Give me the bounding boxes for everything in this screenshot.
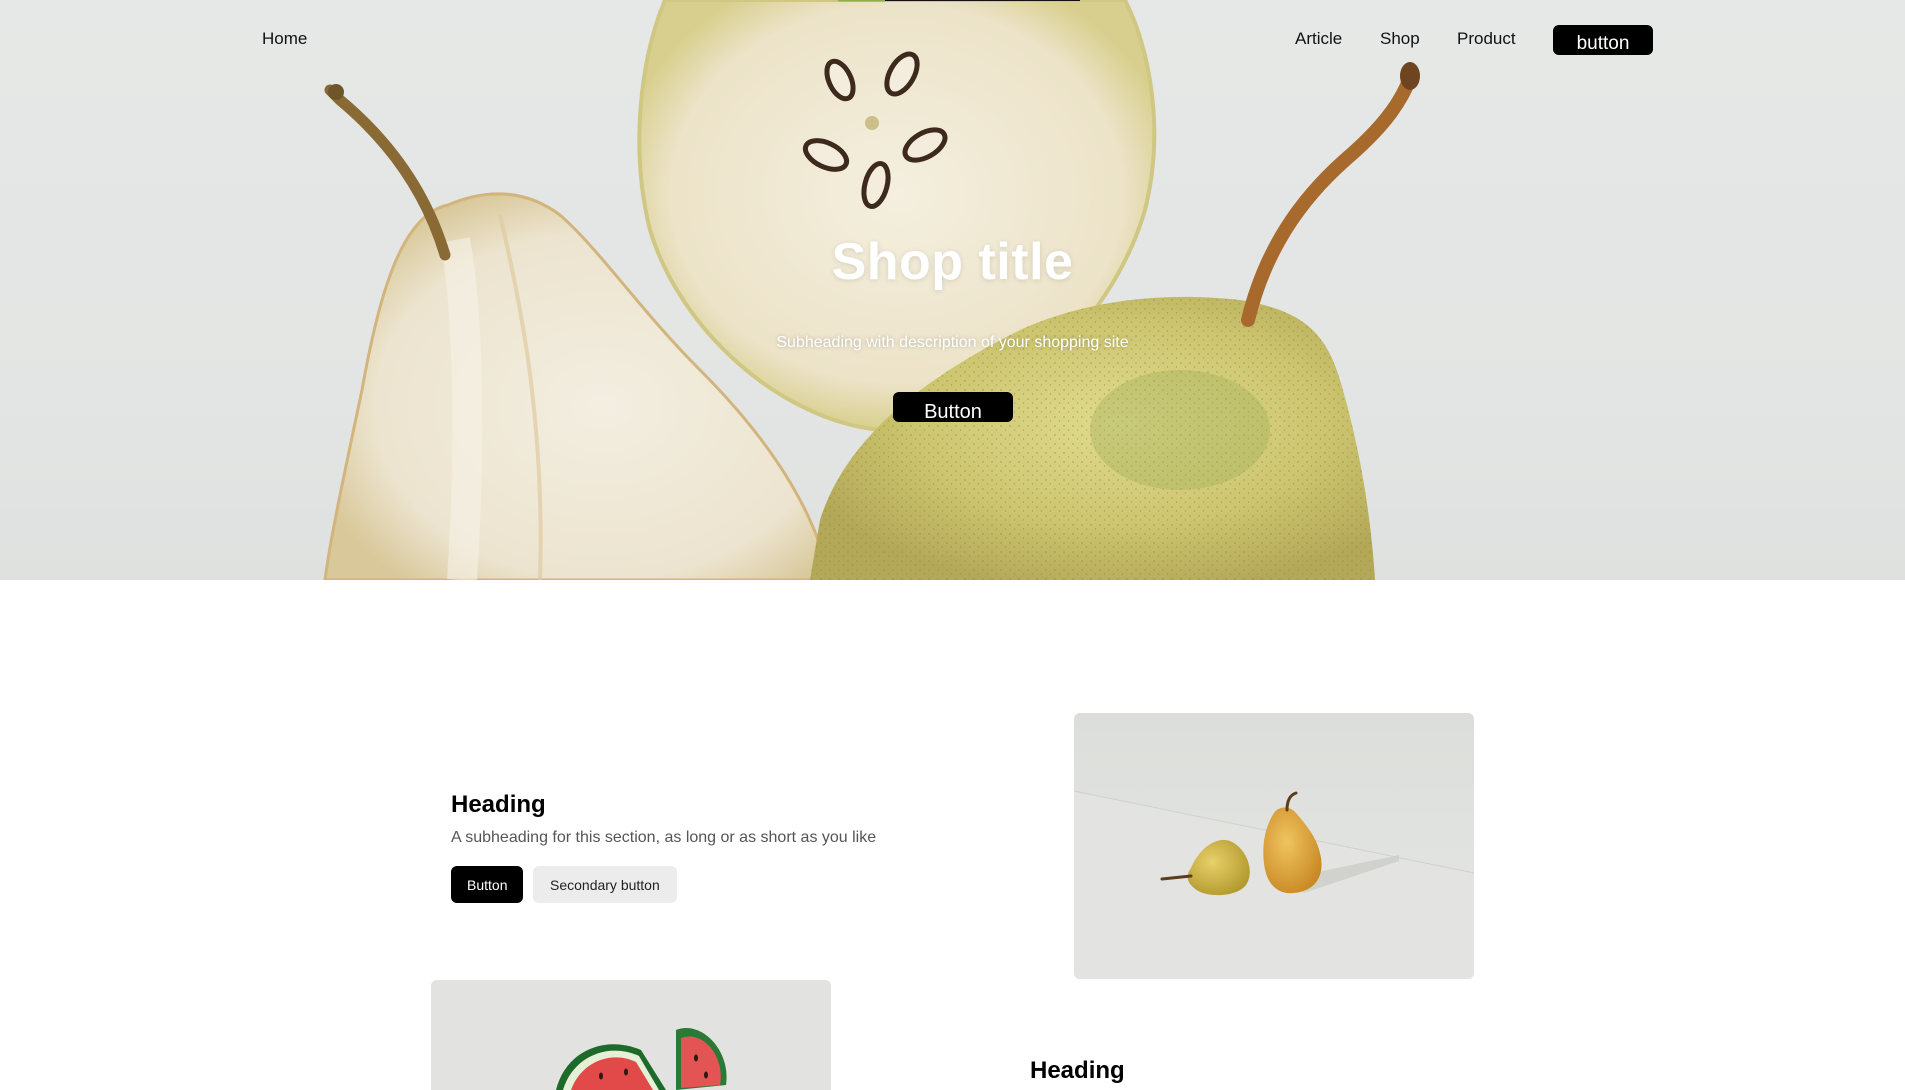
nav-article-link[interactable]: Article (1295, 29, 1342, 49)
nav-product-link[interactable]: Product (1457, 29, 1516, 49)
nav-shop-link[interactable]: Shop (1380, 29, 1420, 49)
nav-cta-button[interactable]: button (1553, 25, 1653, 55)
section1-subheading: A subheading for this section, as long o… (451, 829, 877, 846)
hero-cta-button[interactable]: Button (893, 392, 1013, 423)
two-pears-photo (1074, 713, 1474, 979)
nav-home-link[interactable]: Home (262, 29, 307, 49)
section1-secondary-button[interactable]: Secondary button (533, 866, 677, 903)
section1-image (1074, 713, 1474, 979)
section1-primary-button[interactable]: Button (451, 866, 524, 903)
watermelon-photo (431, 980, 831, 1090)
section2-heading: Heading (1030, 1057, 1125, 1084)
hero-title: Shop title (831, 233, 1074, 291)
hero-subtitle: Subheading with description of your shop… (776, 334, 1129, 351)
section1-heading: Heading (451, 791, 546, 818)
hero-section: Home Article Shop Product button Shop ti… (0, 0, 1905, 580)
section2-image (431, 980, 831, 1090)
